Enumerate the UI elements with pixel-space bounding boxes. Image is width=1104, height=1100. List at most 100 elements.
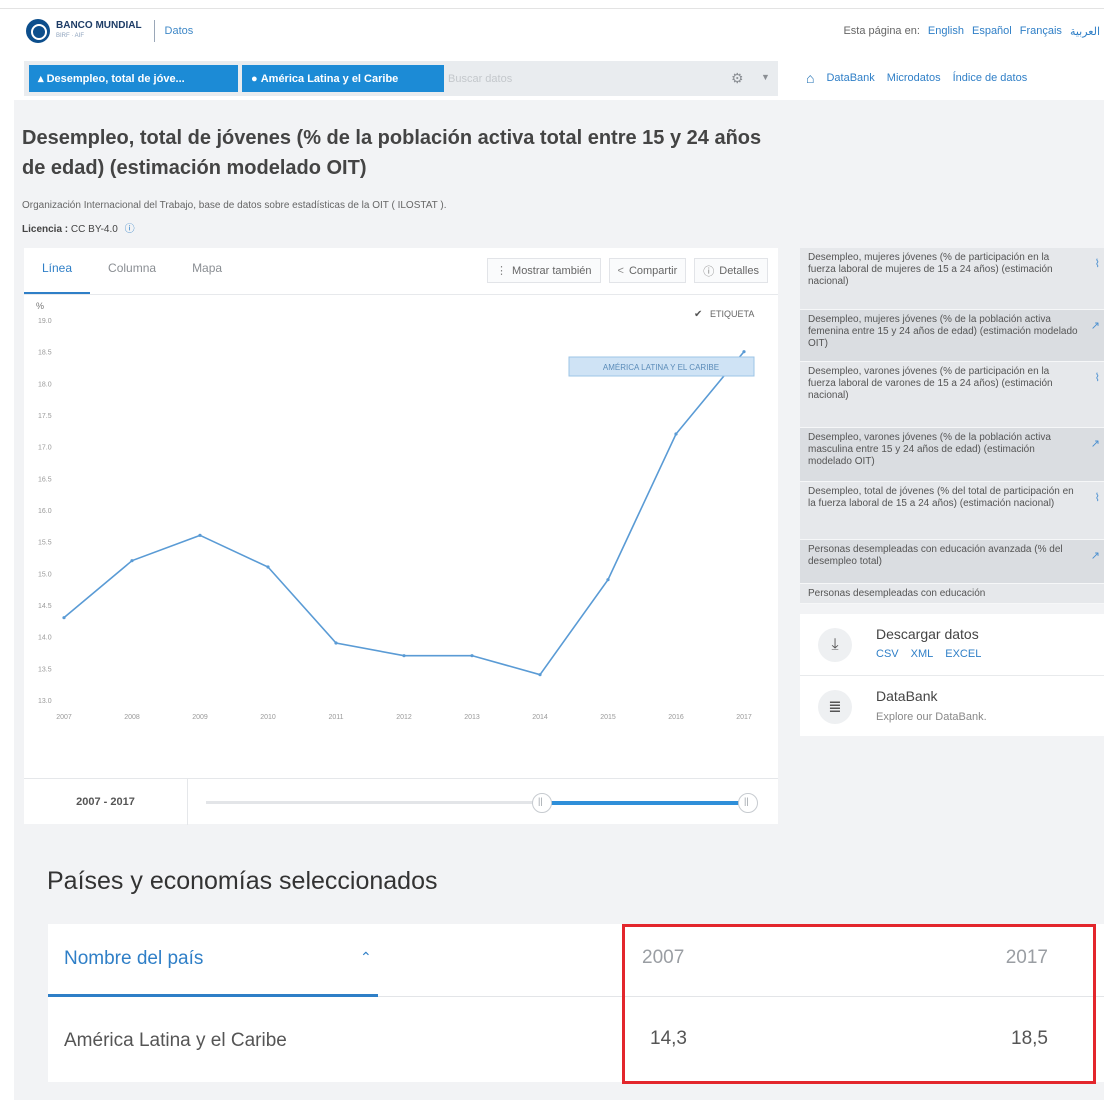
x-tick-label: 2015 [600,714,616,721]
microdatos-link[interactable]: Microdatos [887,72,941,84]
data-point[interactable] [130,559,134,563]
indice-datos-link[interactable]: Índice de datos [953,72,1028,84]
search-input[interactable] [448,67,718,90]
y-tick-label: 18.0 [38,381,52,388]
chevron-down-icon[interactable]: ▼ [761,72,770,82]
region-chip[interactable]: ● América Latina y el Caribe [242,65,444,92]
chart-tabs: Línea Columna Mapa [24,248,240,294]
data-point[interactable] [742,350,746,354]
country-name-cell[interactable]: América Latina y el Caribe [64,1030,287,1052]
labels-checkbox[interactable]: ✔ ETIQUETA [694,309,754,320]
y-tick-label: 15.5 [38,540,52,547]
related-item-label: Personas desempleadas con educación [808,588,986,599]
data-point[interactable] [198,533,202,537]
license-label: Licencia : [22,224,69,235]
brand-name: BANCO MUNDIAL [56,20,142,31]
home-icon[interactable]: ⌂ [806,70,814,86]
data-point[interactable] [62,616,66,620]
sparkline-icon: ↗ [1090,320,1100,332]
data-point[interactable] [402,654,406,658]
x-tick-label: 2013 [464,714,480,721]
series-tag: AMÉRICA LATINA Y EL CARIBE [568,356,755,377]
tab-columna[interactable]: Columna [90,248,174,294]
related-item-label: Desempleo, mujeres jóvenes (% de la pobl… [808,314,1078,349]
y-tick-label: 18.5 [38,350,52,357]
download-panel: ⤓ Descargar datos CSV XML EXCEL ≣ DataBa… [800,614,1104,736]
svg-text:✔: ✔ [694,309,702,320]
y-tick-label: 14.5 [38,603,52,610]
related-item[interactable]: Desempleo, mujeres jóvenes (% de la pobl… [800,310,1104,362]
data-point[interactable] [538,673,542,677]
databank-link[interactable]: DataBank [826,72,874,84]
lang-arabic[interactable]: العربية [1070,25,1100,38]
y-tick-label: 13.0 [38,698,52,705]
details-button[interactable]: ⓘ Detalles [694,258,768,283]
download-title: Descargar datos [876,626,979,642]
language-switcher: Esta página en: English Español Français… [843,25,1100,38]
data-point[interactable] [334,641,338,645]
excel-link[interactable]: EXCEL [945,648,981,660]
country-name-header[interactable]: Nombre del país [64,948,203,970]
y-tick-label: 19.0 [38,318,52,325]
csv-link[interactable]: CSV [876,648,899,660]
related-item[interactable]: Personas desempleadas con educación avan… [800,540,1104,584]
source-text: Organización Internacional del Trabajo, … [22,200,447,211]
info-circle-icon: ⓘ [703,265,715,278]
lang-espanol[interactable]: Español [972,25,1012,38]
sort-chevron-up-icon[interactable]: ⌃ [360,949,372,966]
indicator-chip[interactable]: ▴ Desempleo, total de jóve... [29,65,238,92]
data-point[interactable] [606,578,610,582]
slider-fill [545,801,751,805]
share-button[interactable]: < Compartir [608,258,687,283]
slider-start-handle[interactable] [532,793,552,813]
related-item-label: Desempleo, varones jóvenes (% de la pobl… [808,432,1051,467]
top-header: BANCO MUNDIAL BIRF · AIF Datos Esta págin… [0,8,1104,52]
world-bank-logo[interactable]: BANCO MUNDIAL BIRF · AIF Datos [26,19,193,43]
related-item[interactable]: Desempleo, mujeres jóvenes (% de partici… [800,248,1104,310]
related-item[interactable]: Desempleo, total de jóvenes (% del total… [800,482,1104,540]
sparkline-icon: ↗ [1090,438,1100,450]
download-row: ⤓ Descargar datos CSV XML EXCEL [800,614,1104,674]
related-item[interactable]: Desempleo, varones jóvenes (% de la pobl… [800,428,1104,482]
related-item[interactable]: Personas desempleadas con educación [800,584,1104,604]
data-point[interactable] [266,565,270,569]
download-icon: ⤓ [818,628,852,662]
license: Licencia : CC BY-4.0 ⓘ [22,220,135,235]
x-tick-label: 2010 [260,714,276,721]
databank-row[interactable]: ≣ DataBank Explore our DataBank. [800,675,1104,735]
sparkline-icon: ⌇ [1094,258,1100,270]
related-item[interactable]: Desempleo, varones jóvenes (% de partici… [800,362,1104,428]
lang-english[interactable]: English [928,25,964,38]
sparkline-icon: ⌇ [1094,492,1100,504]
x-tick-label: 2014 [532,714,548,721]
page-title: Desempleo, total de jóvenes (% de la pob… [22,127,762,179]
data-point[interactable] [470,654,474,658]
gear-icon[interactable]: ⚙ [731,70,744,87]
related-item-label: Desempleo, mujeres jóvenes (% de partici… [808,252,1053,287]
x-tick-label: 2012 [396,714,412,721]
slider-end-handle[interactable] [738,793,758,813]
active-sort-underline [48,994,378,997]
y-tick-label: 13.5 [38,666,52,673]
globe-icon [26,19,50,43]
tab-linea[interactable]: Línea [24,248,91,294]
x-tick-label: 2017 [736,714,752,721]
datos-link[interactable]: Datos [165,25,194,37]
x-tick-label: 2007 [56,714,72,721]
database-icon: ≣ [818,690,852,724]
map-pin-icon: ● [251,72,258,85]
databank-subtitle: Explore our DataBank. [876,711,987,723]
y-tick-label: 14.0 [38,635,52,642]
y-tick-label: 15.0 [38,571,52,578]
data-point[interactable] [674,432,678,436]
sparkline-icon: ⌇ [1094,372,1100,384]
license-value[interactable]: CC BY-4.0 [71,224,118,235]
series-tag-label: AMÉRICA LATINA Y EL CARIBE [603,363,719,372]
info-icon[interactable]: ⓘ [125,224,135,235]
xml-link[interactable]: XML [911,648,934,660]
chart-card: Línea Columna Mapa ⋮ Mostrar también < Com… [24,248,778,778]
tab-mapa[interactable]: Mapa [174,248,240,294]
lang-francais[interactable]: Français [1020,25,1062,38]
x-tick-label: 2016 [668,714,684,721]
show-also-button[interactable]: ⋮ Mostrar también [487,258,601,283]
